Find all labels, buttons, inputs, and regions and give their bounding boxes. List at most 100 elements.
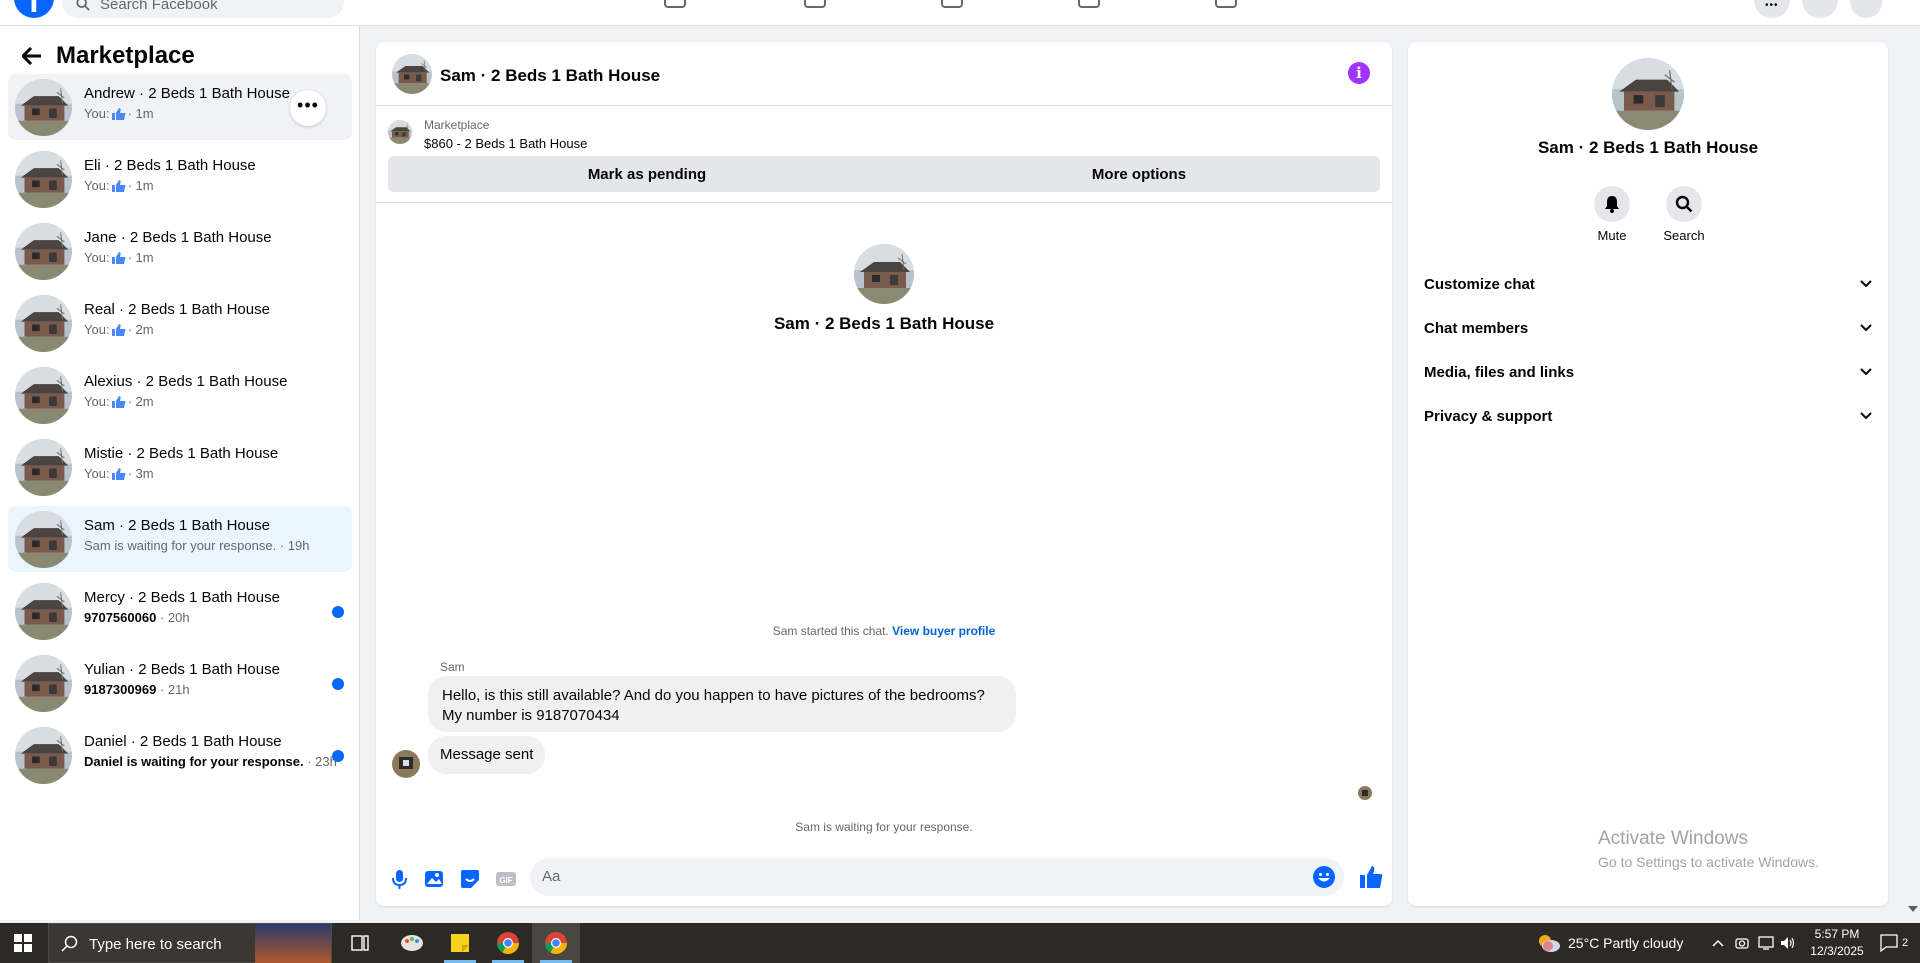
search-label: Search — [1663, 228, 1705, 243]
menu-grid-button[interactable]: ••• — [1754, 0, 1790, 18]
home-nav-icon[interactable] — [664, 0, 690, 12]
listing-thumbnail — [15, 223, 72, 280]
search-icon — [61, 935, 78, 952]
conversation-item-yulian[interactable]: Yulian · 2 Beds 1 Bath House 9187300969 … — [8, 650, 352, 716]
conversation-item-andrew[interactable]: Andrew · 2 Beds 1 Bath House You: · 1m ••… — [8, 74, 352, 140]
more-options-button[interactable]: More options — [898, 156, 1380, 192]
message-input-placeholder: Aa — [542, 868, 561, 885]
chat-info-panel: Sam · 2 Beds 1 Bath House Mute Search Cu… — [1408, 42, 1888, 906]
sticky-notes-app[interactable] — [436, 923, 484, 963]
weather-widget[interactable]: 25°C Partly cloudy — [1536, 923, 1683, 963]
message-input[interactable]: Aa — [530, 858, 1344, 896]
start-button[interactable] — [0, 923, 46, 963]
task-view-button[interactable] — [336, 923, 384, 963]
notifications-button[interactable] — [1802, 0, 1838, 18]
privacy-support-row[interactable]: Privacy & support — [1424, 398, 1872, 434]
account-avatar-button[interactable] — [1850, 0, 1882, 18]
chat-profile-title: Sam · 2 Beds 1 Bath House — [773, 314, 995, 333]
customize-chat-row[interactable]: Customize chat — [1424, 266, 1872, 302]
search-icon — [1675, 195, 1693, 213]
conversation-item-mistie[interactable]: Mistie · 2 Beds 1 Bath House You: · 3m — [8, 434, 352, 500]
task-view-icon — [351, 935, 369, 951]
weather-text: 25°C Partly cloudy — [1568, 935, 1684, 951]
conversation-name: Yulian · 2 Beds 1 Bath House — [84, 661, 280, 678]
listing-thumbnail — [15, 511, 72, 568]
unread-dot — [332, 678, 344, 690]
conversation-item-eli[interactable]: Eli · 2 Beds 1 Bath House You: · 1m — [8, 146, 352, 212]
gaming-nav-icon[interactable] — [1215, 0, 1241, 12]
chat-profile-avatar — [854, 244, 914, 304]
search-highlight-image — [255, 924, 331, 963]
notification-icon — [1880, 934, 1898, 952]
show-hidden-icons-button[interactable] — [1712, 923, 1724, 963]
windows-logo-icon — [14, 934, 32, 952]
media-files-links-row[interactable]: Media, files and links — [1424, 354, 1872, 390]
gif-icon[interactable]: GIF — [494, 868, 518, 890]
search-in-chat-button[interactable]: Search — [1654, 186, 1714, 243]
divider — [376, 202, 1392, 203]
microphone-icon[interactable] — [388, 868, 412, 890]
conversation-more-button[interactable]: ••• — [290, 90, 326, 126]
message-text-line1: Hello, is this still available? And do y… — [442, 687, 985, 704]
message-bubble[interactable]: Hello, is this still available? And do y… — [428, 676, 1016, 732]
chat-members-row[interactable]: Chat members — [1424, 310, 1872, 346]
notification-count: 2 — [1902, 937, 1909, 949]
chat-avatar[interactable] — [392, 54, 432, 94]
back-button[interactable] — [18, 42, 46, 70]
conversation-item-mercy[interactable]: Mercy · 2 Beds 1 Bath House 9707560060 ·… — [8, 578, 352, 644]
sticker-icon[interactable] — [458, 868, 482, 890]
activate-windows-watermark: Activate Windows Go to Settings to activ… — [1598, 828, 1819, 870]
top-navigation-bar: f Search Facebook ••• — [0, 0, 1920, 26]
conversation-name: Mercy · 2 Beds 1 Bath House — [84, 589, 280, 606]
scrollbar-down-arrow[interactable] — [1908, 906, 1918, 912]
chat-title[interactable]: Sam · 2 Beds 1 Bath House — [440, 66, 660, 86]
listing-summary[interactable]: Marketplace $860 - 2 Beds 1 Bath House — [388, 114, 1378, 154]
like-send-icon[interactable] — [1358, 864, 1384, 890]
facebook-search-input[interactable]: Search Facebook — [62, 0, 344, 18]
notification-center-button[interactable]: 2 — [1880, 923, 1908, 963]
photo-icon[interactable] — [422, 868, 446, 890]
listing-title: $860 - 2 Beds 1 Bath House — [424, 136, 588, 151]
listing-thumbnail — [15, 79, 72, 136]
conversation-item-jane[interactable]: Jane · 2 Beds 1 Bath House You: · 1m — [8, 218, 352, 284]
emoji-icon[interactable] — [1312, 865, 1336, 889]
mute-button[interactable]: Mute — [1582, 186, 1642, 243]
taskbar-search-box[interactable]: Type here to search — [48, 923, 332, 963]
chrome-icon — [497, 932, 519, 954]
marketplace-nav-icon[interactable] — [1078, 0, 1104, 12]
chrome-profile-app[interactable] — [532, 923, 580, 963]
conversation-name: Daniel · 2 Beds 1 Bath House — [84, 733, 282, 750]
marketplace-label: Marketplace — [424, 118, 490, 132]
message-bubble[interactable]: Message sent — [428, 736, 546, 774]
facebook-logo[interactable]: f — [14, 0, 54, 20]
svg-text:GIF: GIF — [499, 876, 512, 885]
taskbar-clock[interactable]: 5:57 PM 12/3/2025 — [1792, 926, 1882, 960]
sidebar-header: Marketplace — [18, 40, 195, 72]
waiting-status: Sam is waiting for your response. — [795, 820, 973, 834]
conversation-preview: 9707560060 · 20h — [84, 610, 190, 625]
paint-app[interactable] — [388, 923, 436, 963]
info-icon[interactable]: i — [1348, 62, 1370, 84]
view-buyer-profile-link[interactable]: View buyer profile — [892, 624, 995, 638]
search-placeholder: Search Facebook — [100, 0, 218, 13]
partly-cloudy-icon — [1539, 935, 1560, 952]
conversation-preview: You: · 1m — [84, 106, 154, 121]
conversation-item-alexius[interactable]: Alexius · 2 Beds 1 Bath House You: · 2m — [8, 362, 352, 428]
friends-nav-icon[interactable] — [804, 0, 830, 12]
camera-icon — [1735, 938, 1749, 949]
network-icon[interactable] — [1758, 923, 1776, 963]
sender-avatar — [392, 750, 420, 778]
conversation-item-daniel[interactable]: Daniel · 2 Beds 1 Bath House Daniel is w… — [8, 722, 352, 788]
grid-icon: ••• — [1765, 0, 1779, 11]
like-icon — [111, 107, 126, 120]
conversation-preview: You: · 1m — [84, 178, 154, 193]
video-nav-icon[interactable] — [941, 0, 967, 12]
chat-header: Sam · 2 Beds 1 Bath House i — [376, 42, 1392, 106]
listing-thumbnail — [15, 727, 72, 784]
like-icon — [111, 251, 126, 264]
chrome-app[interactable] — [484, 923, 532, 963]
meet-now-icon[interactable] — [1734, 923, 1750, 963]
conversation-item-real[interactable]: Real · 2 Beds 1 Bath House You: · 2m — [8, 290, 352, 356]
mark-as-pending-button[interactable]: Mark as pending — [388, 156, 906, 192]
conversation-item-sam[interactable]: Sam · 2 Beds 1 Bath House Sam is waiting… — [8, 506, 352, 572]
